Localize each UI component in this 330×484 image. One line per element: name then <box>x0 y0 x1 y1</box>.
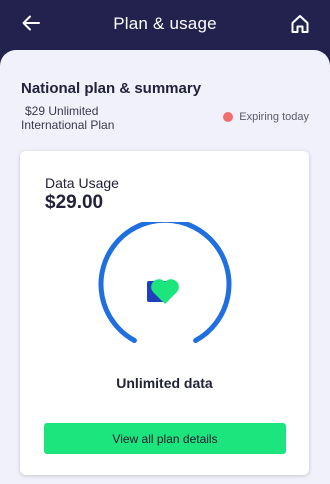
heart-logo-icon <box>147 279 179 304</box>
usage-gauge <box>98 222 232 343</box>
data-usage-label: Data Usage <box>45 175 119 191</box>
status-dot-icon <box>223 112 234 122</box>
data-usage-card: Data Usage $29.00 Unlimited data View al… <box>20 151 309 475</box>
view-plan-details-button[interactable]: View all plan details <box>44 423 286 454</box>
plan-status: Expiring today <box>223 111 309 123</box>
home-button[interactable] <box>287 11 313 37</box>
section-title: National plan & summary <box>21 80 202 97</box>
usage-label: Unlimited data <box>116 375 213 391</box>
plan-name: $29 Unlimited International Plan <box>21 104 161 132</box>
content-sheet: National plan & summary $29 Unlimited In… <box>0 50 330 484</box>
top-app-bar: Plan & usage <box>0 0 330 48</box>
page-title: Plan & usage <box>113 14 217 33</box>
home-icon <box>291 15 309 33</box>
plan-amount: $29.00 <box>45 192 104 213</box>
plan-name-line1: $29 Unlimited <box>25 104 99 118</box>
status-text: Expiring today <box>239 111 309 123</box>
plan-name-line2: International Plan <box>21 118 115 132</box>
